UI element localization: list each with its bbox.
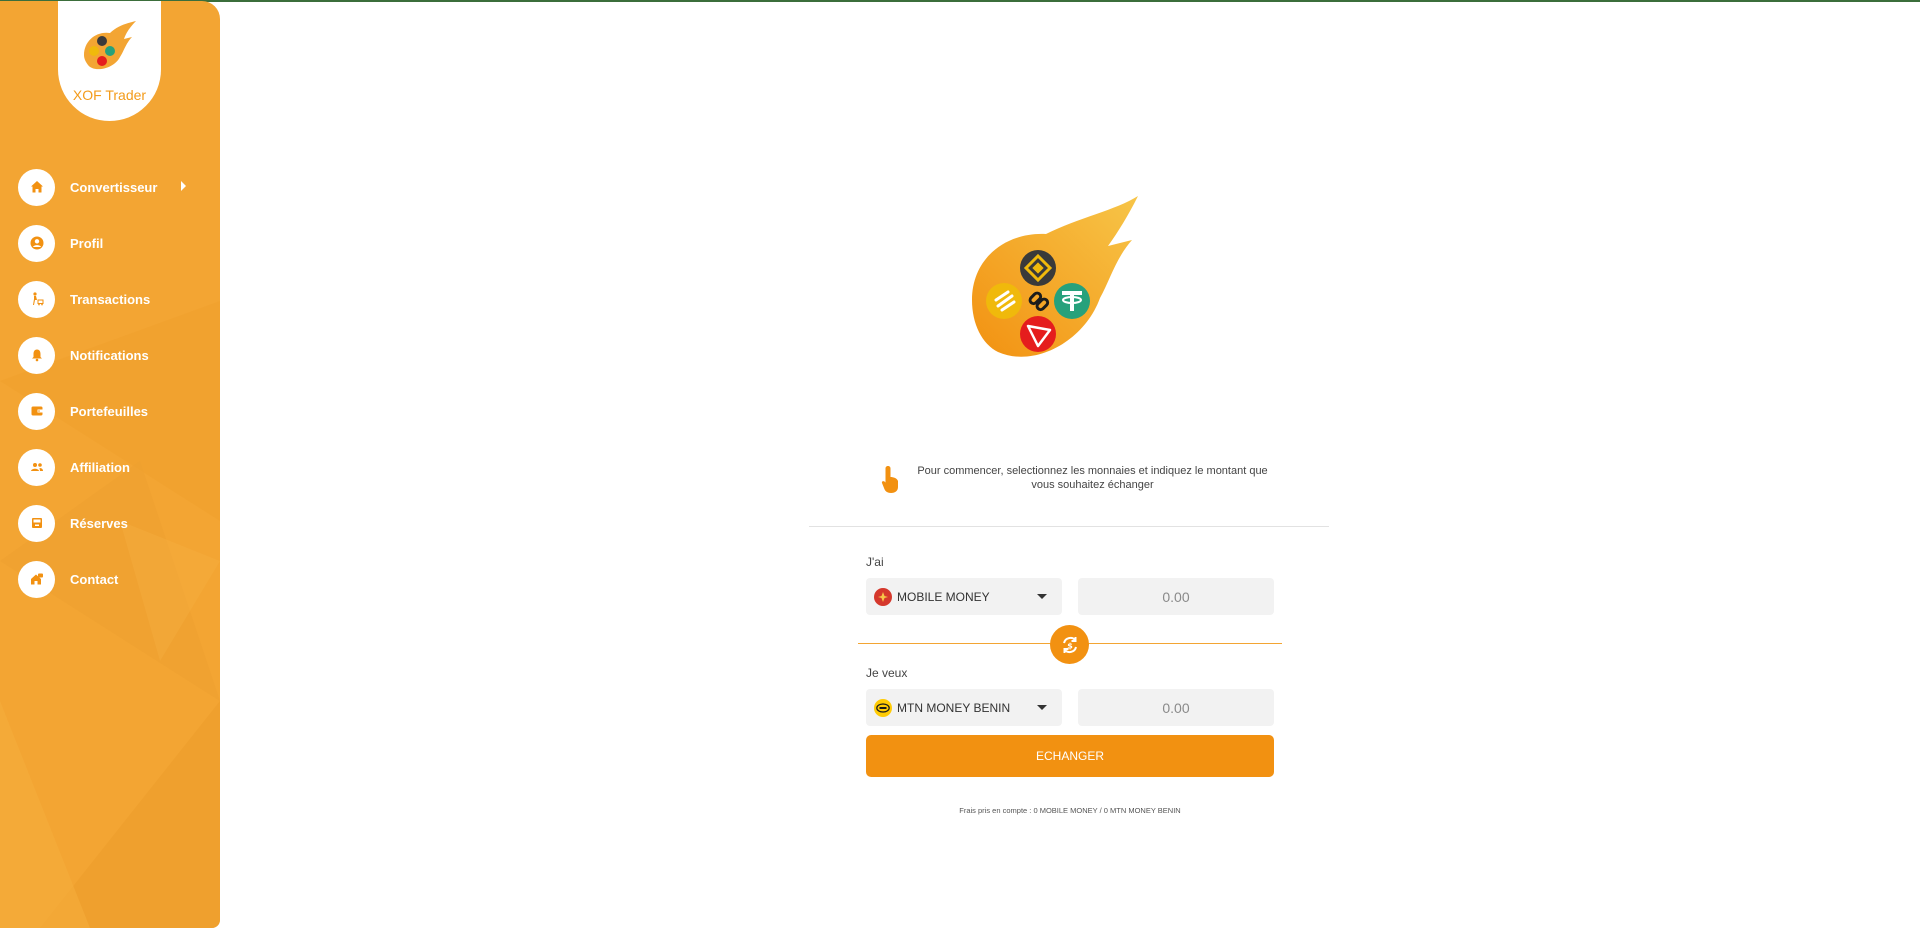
from-currency-select[interactable]: MOBILE MONEY <box>866 578 1062 615</box>
instructions-hint: Pour commencer, selectionnez les monnaie… <box>870 462 1280 496</box>
sidebar-item-convertisseur[interactable]: Convertisseur <box>18 159 208 215</box>
to-label: Je veux <box>866 666 908 680</box>
hand-pointer-icon <box>881 466 898 493</box>
chevron-right-icon <box>181 181 186 191</box>
chevron-down-icon <box>1037 594 1047 599</box>
person-cart-icon <box>18 280 55 318</box>
tether-coin-icon <box>1054 283 1090 319</box>
swap-icon: $ <box>1062 636 1077 653</box>
sidebar-item-label: Contact <box>70 571 119 587</box>
sidebar-item-affiliation[interactable]: Affiliation <box>18 439 208 495</box>
mtn-logo-icon <box>874 698 892 717</box>
sidebar-item-transactions[interactable]: Transactions <box>18 271 208 327</box>
top-border <box>0 0 1920 2</box>
chevron-down-icon <box>1037 705 1047 710</box>
from-label: J'ai <box>866 555 884 569</box>
sidebar-nav: Convertisseur Profil Transactions Notifi… <box>18 159 208 607</box>
sidebar-item-label: Transactions <box>70 291 151 307</box>
house-chat-icon <box>18 560 55 598</box>
sidebar-item-portefeuilles[interactable]: Portefeuilles <box>18 383 208 439</box>
to-amount-input[interactable] <box>1078 689 1274 726</box>
tron-coin-icon <box>1020 316 1056 352</box>
bell-icon <box>18 336 55 374</box>
sidebar-item-label: Portefeuilles <box>70 403 149 419</box>
sidebar-item-label: Notifications <box>70 347 149 363</box>
brand-logo-icon <box>84 21 136 70</box>
mobile-money-icon <box>874 587 892 606</box>
wallet-icon <box>18 392 55 430</box>
sidebar-item-reserves[interactable]: Réserves <box>18 495 208 551</box>
sidebar-item-label: Affiliation <box>70 459 130 475</box>
people-icon <box>18 448 55 486</box>
sidebar-item-label: Profil <box>70 235 104 251</box>
svg-text:$: $ <box>1067 641 1073 650</box>
brand-name: XOF Trader <box>72 87 147 103</box>
exchange-button[interactable]: ECHANGER <box>866 735 1274 777</box>
main-logo <box>972 196 1138 357</box>
sidebar-item-contact[interactable]: Contact <box>18 551 208 607</box>
to-currency-value: MTN MONEY BENIN <box>897 700 1011 715</box>
hint-text: Pour commencer, selectionnez les monnaie… <box>917 465 1268 491</box>
binance-coin-icon <box>1020 250 1056 286</box>
sidebar-item-label: Réserves <box>70 515 128 531</box>
swap-currencies-button[interactable]: $ <box>1050 625 1089 664</box>
sidebar: XOF Trader Convertisseur Profil Transact… <box>0 1 220 928</box>
from-currency-value: MOBILE MONEY <box>897 589 990 604</box>
sidebar-item-notifications[interactable]: Notifications <box>18 327 208 383</box>
to-currency-select[interactable]: MTN MONEY BENIN <box>866 689 1062 726</box>
fees-text: Frais pris en compte : 0 MOBILE MONEY / … <box>959 806 1181 815</box>
inbox-icon <box>18 504 55 542</box>
bnb-token-icon <box>986 283 1022 319</box>
brand-logo-card[interactable]: XOF Trader <box>58 1 161 121</box>
user-icon <box>18 224 55 262</box>
sidebar-item-profil[interactable]: Profil <box>18 215 208 271</box>
home-icon <box>18 168 55 206</box>
sidebar-item-label: Convertisseur <box>70 179 158 195</box>
section-divider <box>809 526 1329 527</box>
from-amount-input[interactable] <box>1078 578 1274 615</box>
